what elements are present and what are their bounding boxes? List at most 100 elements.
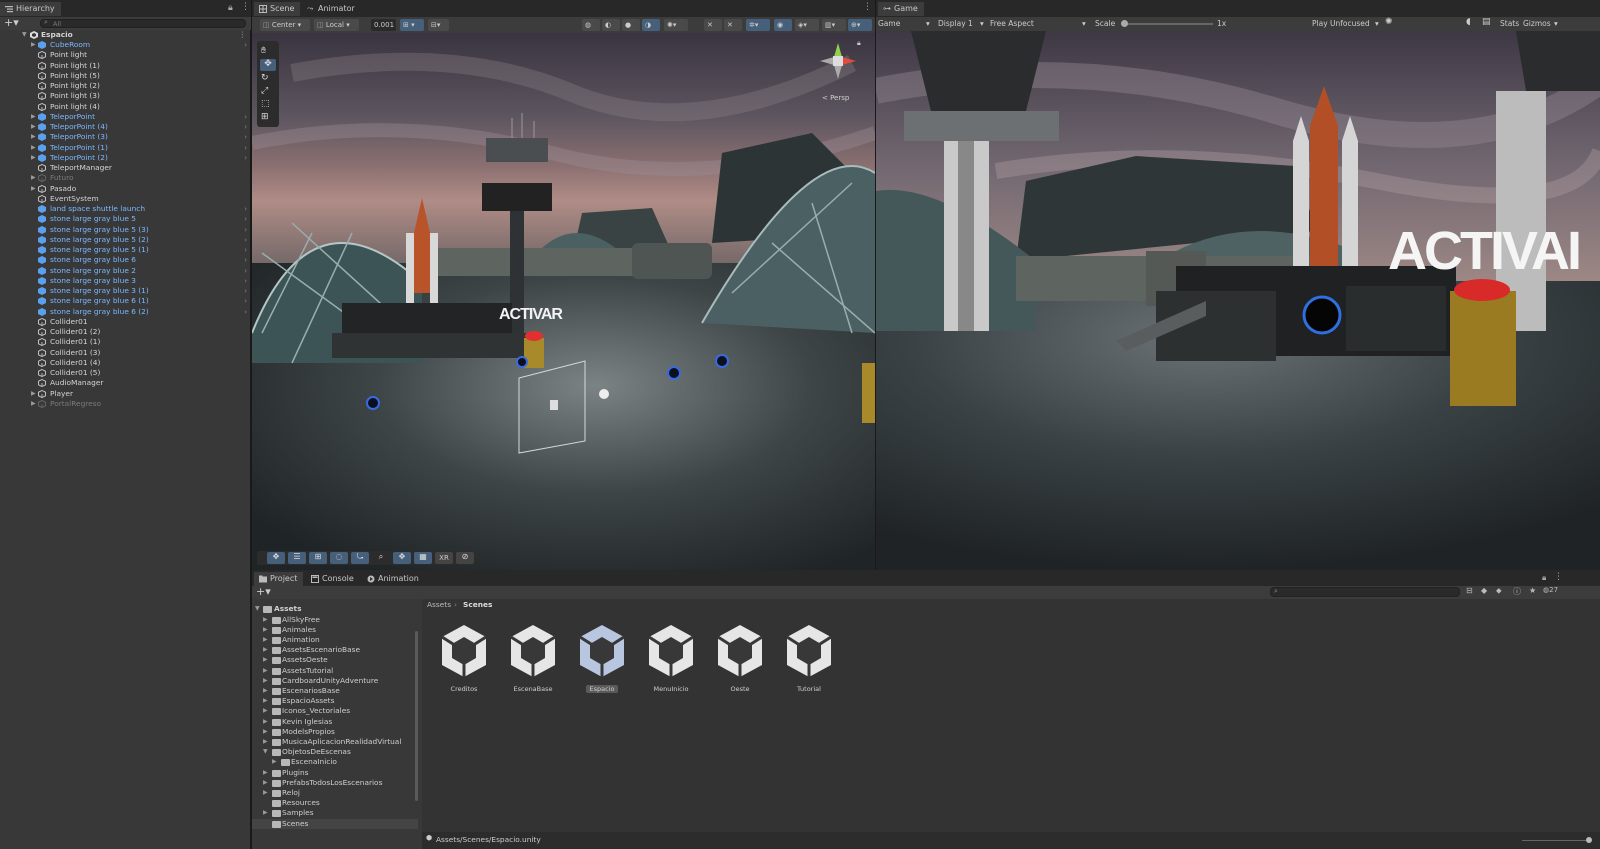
scene-asset-tile[interactable]: Creditos [432,619,496,697]
grid-snap-button[interactable]: ⊞ ▾ [400,19,424,31]
hierarchy-item[interactable]: stone large gray blue 6 (1) › [0,296,251,306]
hierarchy-item[interactable]: stone large gray blue 5 › [0,214,251,224]
gizmos-dropdown-arrow[interactable]: ▾ [1554,18,1558,30]
expand-arrow-icon[interactable]: ▼ [263,747,268,757]
expand-arrow-icon[interactable]: ▶ [31,132,36,142]
hierarchy-item[interactable]: land space shuttle launch › [0,204,251,214]
hierarchy-item[interactable]: Point light (3) [0,91,251,101]
expand-arrow-icon[interactable]: ▶ [263,768,268,778]
expand-arrow-icon[interactable]: ▶ [263,808,268,818]
audio-toggle-button[interactable]: ✕ [704,19,722,31]
folder-tree-item[interactable]: ▶ Reloj [252,788,418,798]
game-viewport[interactable]: ACTIVAI [876,31,1600,570]
space-dropdown[interactable]: ◫ Local ▾ [314,19,359,31]
tree-scrollbar[interactable] [415,631,418,801]
more-menu-icon[interactable]: ⋮ [241,2,250,12]
scene-root-row[interactable]: ▼ Espacio ⋮ [0,30,251,40]
hierarchy-item[interactable]: stone large gray blue 6 (2) › [0,307,251,317]
xr-button[interactable]: XR [435,552,453,564]
folder-tree-item[interactable]: ▶ Plugins [252,768,418,778]
folder-tree-item[interactable]: ▶ Animales [252,625,418,635]
chevron-right-icon[interactable]: › [244,112,247,122]
overlay-path-icon[interactable]: ⤿ [351,552,369,564]
expand-arrow-icon[interactable]: ▶ [263,686,268,696]
hierarchy-item[interactable]: TeleportManager [0,163,251,173]
info-icon[interactable]: ⓘ [1513,586,1521,597]
hand-tool-icon[interactable]: ✋︎ [261,46,275,57]
display-dropdown[interactable]: Display 1 ▾ [938,18,988,30]
expand-arrow-icon[interactable]: ▶ [31,122,36,132]
create-asset-icon[interactable]: +▾ [256,585,271,598]
breadcrumb-item-assets[interactable]: Assets [427,600,451,609]
expand-arrow-icon[interactable]: ▶ [31,153,36,163]
hierarchy-item[interactable]: Collider01 (5) [0,368,251,378]
hierarchy-item[interactable]: Collider01 (2) [0,327,251,337]
icon-size-slider[interactable] [1522,837,1592,843]
expand-arrow-icon[interactable]: ▶ [263,717,268,727]
play-mode-dropdown[interactable]: Play Unfocused ▾ [1312,18,1382,30]
hierarchy-item[interactable]: stone large gray blue 5 (2) › [0,235,251,245]
expand-arrow-icon[interactable]: ▼ [22,30,27,40]
hierarchy-item[interactable]: ▶ PortalRegreso [0,399,251,409]
lock-icon[interactable]: 🔒︎ [228,3,233,13]
chevron-right-icon[interactable]: › [244,132,247,142]
label-icon[interactable]: ⬥ [1496,586,1502,596]
scale-tool-icon[interactable]: ⤢ [261,86,275,97]
mute-audio-icon[interactable]: ◖ [1466,17,1471,27]
expand-arrow-icon[interactable]: ▶ [263,645,268,655]
hierarchy-item[interactable]: ▶ Futuro [0,173,251,183]
stats-panel-icon[interactable]: ▤ [1482,17,1491,27]
folder-tree-item[interactable]: ▶ ModelsPropios [252,727,418,737]
chevron-right-icon[interactable]: › [244,153,247,163]
expand-arrow-icon[interactable]: ▶ [263,696,268,706]
chevron-right-icon[interactable]: › [244,276,247,286]
project-lock-icon[interactable]: 🔒︎ [1542,573,1546,583]
hierarchy-item[interactable]: Collider01 (1) [0,337,251,347]
hierarchy-item[interactable]: Point light (5) [0,71,251,81]
expand-arrow-icon[interactable]: ▶ [263,727,268,737]
hierarchy-item[interactable]: stone large gray blue 2 › [0,266,251,276]
overlay-compass-icon[interactable]: ⊘ [456,552,474,564]
search-by-type-icon[interactable]: ⊟ [1466,586,1473,595]
folder-tree-item[interactable]: ▶ Iconos_Vectoriales [252,706,418,716]
folder-tree-item[interactable]: ▶ Samples [252,808,418,818]
hierarchy-item[interactable]: AudioManager [0,378,251,388]
icon-size-slider-thumb[interactable] [1586,837,1592,843]
tab-game[interactable]: ⊶ Game [878,2,924,16]
chevron-right-icon[interactable]: › [244,225,247,235]
transform-tool-icon[interactable]: ⊞ [261,112,275,123]
folder-tree-item[interactable]: ▶ AllSkyFree [252,615,418,625]
effects-dropdown[interactable]: ✲▾ [746,19,770,31]
hierarchy-item[interactable]: Collider01 [0,317,251,327]
scene-asset-tile[interactable]: MenuInicio [639,619,703,697]
expand-arrow-icon[interactable]: ▶ [272,757,277,767]
hierarchy-item[interactable]: ▶ TeleporPoint › [0,112,251,122]
folder-tree-item[interactable]: ▼ ObjetosDeEscenas [252,747,418,757]
folder-tree-item[interactable]: ▶ EspacioAssets [252,696,418,706]
visibility-button[interactable]: ◉ [774,19,792,31]
hidden-count-icon[interactable]: ◍27 [1543,586,1558,594]
tab-animator[interactable]: ⤳ Animator [302,2,361,16]
rotate-tool-icon[interactable]: ↻ [261,73,275,84]
hierarchy-item[interactable]: stone large gray blue 3 › [0,276,251,286]
expand-arrow-icon[interactable]: ▶ [31,40,36,50]
draw-mode-wire-button[interactable]: ◍ [582,19,600,31]
chevron-right-icon[interactable]: › [244,296,247,306]
hierarchy-item[interactable]: ▶ TeleporPoint (4) › [0,122,251,132]
render-mode-dropdown[interactable]: ✺▾ [664,19,688,31]
hierarchy-item[interactable]: stone large gray blue 5 (3) › [0,225,251,235]
overlay-align-icon[interactable]: ☰ [288,552,306,564]
scale-slider[interactable] [1121,20,1213,27]
chevron-right-icon[interactable]: › [244,214,247,224]
expand-arrow-icon[interactable]: ▶ [31,184,36,194]
overlay-grid-icon[interactable]: ⊞ [309,552,327,564]
expand-arrow-icon[interactable]: ▶ [263,737,268,747]
axis-gizmo-icon[interactable] [818,39,858,85]
scene-asset-tile[interactable]: Tutorial [777,619,841,697]
expand-arrow-icon[interactable]: ▼ [255,604,260,614]
folder-tree-item[interactable]: Resources [252,798,418,808]
chevron-right-icon[interactable]: › [244,307,247,317]
overlay-orbit-icon[interactable]: ◌ [330,552,348,564]
persp-label[interactable]: < Persp [822,94,849,102]
chevron-right-icon[interactable]: › [244,122,247,132]
